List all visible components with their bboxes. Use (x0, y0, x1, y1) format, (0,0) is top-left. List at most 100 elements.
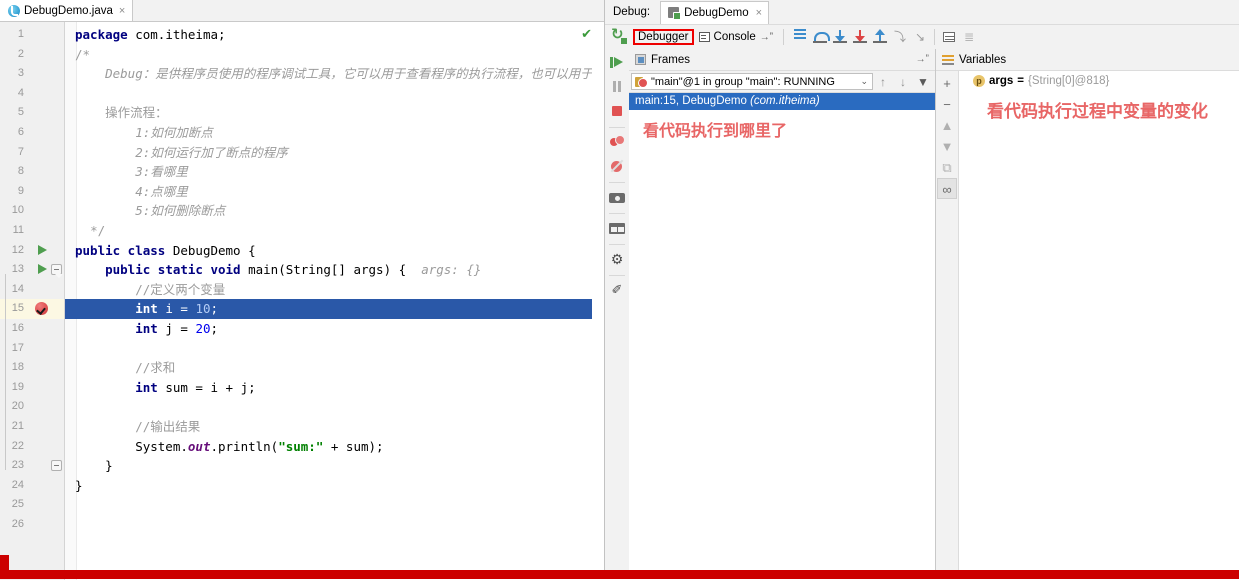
line-number[interactable]: 7 (2, 143, 24, 163)
pin-tab-icon[interactable]: ✐ (606, 279, 628, 301)
toolbar-separator (609, 244, 625, 245)
step-into-icon[interactable] (830, 27, 850, 47)
line-number[interactable]: 3 (2, 64, 24, 84)
code-line[interactable] (75, 515, 604, 535)
watches-icon[interactable]: ∞ (937, 178, 957, 199)
code-line[interactable] (75, 397, 604, 417)
code-line[interactable] (75, 339, 604, 359)
settings-gear-icon[interactable]: ⚙ (606, 248, 628, 270)
frame-up-button[interactable]: ↑ (873, 72, 893, 92)
code-fold-toggle[interactable] (51, 460, 62, 472)
step-out-icon[interactable] (870, 27, 890, 47)
code-line[interactable]: 3:看哪里 (75, 162, 604, 182)
debug-window-label: Debug: (613, 6, 651, 18)
line-number[interactable]: 9 (2, 182, 24, 202)
line-number[interactable]: 11 (2, 221, 24, 241)
stop-icon[interactable] (606, 100, 628, 122)
line-number[interactable]: 26 (2, 515, 24, 535)
move-down-icon[interactable]: ▼ (937, 136, 957, 157)
code-line[interactable]: //求和 (75, 358, 604, 378)
settings-icon[interactable]: ≣ (959, 27, 979, 47)
add-watch-icon[interactable]: + (937, 73, 957, 94)
thread-label: "main"@1 in group "main": RUNNING (651, 75, 835, 88)
code-line[interactable]: int i = 10; (75, 299, 604, 319)
rerun-icon[interactable] (611, 25, 627, 45)
show-execution-point-icon[interactable] (790, 27, 810, 47)
line-number[interactable]: 6 (2, 123, 24, 143)
variable-row-args[interactable]: p args = {String[0]@818} (973, 75, 1109, 87)
step-over-icon[interactable] (810, 27, 831, 47)
evaluate-expression-icon[interactable] (939, 27, 959, 47)
code-line[interactable]: System.out.println("sum:" + sum); (75, 437, 604, 457)
debug-session-tab[interactable]: DebugDemo × (660, 0, 770, 24)
frame-down-button[interactable]: ↓ (893, 72, 913, 92)
code-line[interactable]: //定义两个变量 (75, 280, 604, 300)
chevron-down-icon[interactable]: ⌄ (860, 76, 872, 87)
mute-breakpoints-icon[interactable] (606, 155, 628, 177)
frame-row-main[interactable]: main:15, DebugDemo (com.itheima) (629, 93, 935, 110)
frames-title-label: Frames (651, 53, 690, 66)
view-breakpoints-icon[interactable] (606, 131, 628, 153)
code-line[interactable]: 4:点哪里 (75, 182, 604, 202)
code-line[interactable]: 5:如何删除断点 (75, 201, 604, 221)
editor-tab-debugdemo[interactable]: DebugDemo.java × (0, 0, 134, 21)
run-to-cursor-icon[interactable]: ↘ (910, 27, 930, 47)
code-line[interactable]: */ (75, 221, 604, 241)
line-number[interactable]: 25 (2, 495, 24, 515)
tab-debugger-label: Debugger (638, 31, 689, 43)
force-step-into-icon[interactable] (850, 27, 870, 47)
code-line[interactable]: 操作流程： (75, 103, 604, 123)
camera-snapshot-icon[interactable] (606, 186, 628, 208)
drop-frame-icon[interactable]: ⤵ (890, 27, 910, 47)
tab-console[interactable]: Console →ˮ (695, 30, 778, 44)
pause-program-icon[interactable] (606, 76, 628, 98)
code-line[interactable]: public class DebugDemo { (75, 241, 604, 261)
code-line[interactable]: public static void main(String[] args) {… (75, 260, 604, 280)
run-gutter-icon[interactable] (35, 260, 51, 280)
line-number[interactable]: 8 (2, 162, 24, 182)
editor-gutter[interactable]: 1 2 3 4 5 6 7 8 9 10 11 12 13 14 15 16 17 18 19 20 21 22 23 24 2… (0, 22, 65, 580)
code-line[interactable]: int j = 20; (75, 319, 604, 339)
code-fold-toggle[interactable] (51, 264, 63, 279)
code-line[interactable]: Debug：是供程序员使用的程序调试工具，它可以用于查看程序的执行流程，也可以用… (75, 64, 604, 84)
line-number[interactable]: 1 (2, 25, 24, 45)
pin-arrow-icon[interactable]: →ˮ (760, 32, 773, 43)
remove-watch-icon[interactable]: − (937, 94, 957, 115)
breakpoint-icon[interactable] (35, 299, 51, 319)
close-icon[interactable]: × (756, 7, 762, 19)
code-line[interactable] (75, 495, 604, 515)
code-line[interactable]: } (75, 456, 604, 476)
layout-settings-icon[interactable] (606, 217, 628, 239)
editor-scrollbar[interactable] (592, 22, 604, 580)
code-line[interactable]: } (75, 476, 604, 496)
variables-content[interactable]: p args = {String[0]@818} 看代码执行过程中变量的变化 (959, 71, 1239, 579)
line-number[interactable]: 10 (2, 201, 24, 221)
code-line[interactable]: 1:如何加断点 (75, 123, 604, 143)
thread-dropdown[interactable]: "main"@1 in group "main": RUNNING ⌄ (631, 73, 873, 90)
close-icon[interactable]: × (119, 5, 125, 17)
inspection-ok-icon[interactable]: ✔ (581, 26, 592, 42)
filter-frames-icon[interactable]: ▼ (913, 72, 933, 92)
line-number[interactable]: 12 (2, 241, 24, 261)
editor-tabbar: DebugDemo.java × (0, 0, 604, 22)
resume-program-icon[interactable] (606, 52, 628, 74)
hide-pane-icon[interactable]: →ˮ (916, 54, 929, 65)
code-line[interactable]: //输出结果 (75, 417, 604, 437)
copy-value-icon[interactable]: ⧉ (937, 157, 957, 178)
frames-list[interactable]: main:15, DebugDemo (com.itheima) 看代码执行到哪… (629, 93, 935, 579)
run-configuration-icon (668, 7, 682, 20)
variable-name: args (989, 75, 1014, 87)
line-number[interactable]: 5 (2, 103, 24, 123)
line-number[interactable]: 4 (2, 84, 24, 104)
code-line[interactable]: int sum = i + j; (75, 378, 604, 398)
move-up-icon[interactable]: ▲ (937, 115, 957, 136)
code-line[interactable]: 2:如何运行加了断点的程序 (75, 143, 604, 163)
code-line[interactable]: /* (75, 45, 604, 65)
line-number[interactable]: 24 (2, 476, 24, 496)
code-line[interactable] (75, 84, 604, 104)
code-line[interactable]: package com.itheima; (75, 25, 604, 45)
line-number[interactable]: 2 (2, 45, 24, 65)
tab-debugger[interactable]: Debugger (633, 29, 694, 45)
run-gutter-icon[interactable] (35, 241, 51, 261)
code-area[interactable]: package com.itheima;/* Debug：是供程序员使用的程序调… (65, 22, 604, 580)
